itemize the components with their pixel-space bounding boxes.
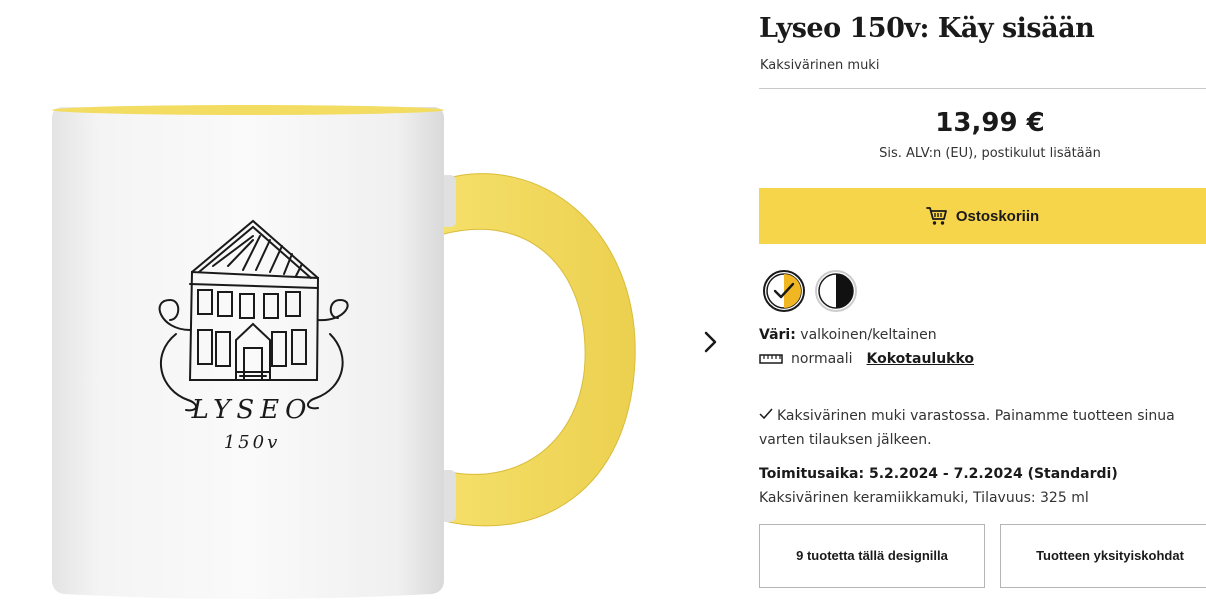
color-label: Väri: [759, 327, 796, 343]
material-info: Kaksivärinen keramiikkamuki, Tilavuus: 3… [759, 490, 1089, 506]
stock-info: Kaksivärinen muki varastossa. Painamme t… [759, 404, 1199, 452]
product-info-panel: Lyseo 150v: Käy sisään Kaksivärinen muki… [759, 0, 1206, 603]
next-image-button[interactable] [694, 322, 728, 362]
mug-body [52, 107, 444, 599]
swatch-white-yellow-graphic [766, 273, 802, 309]
check-icon [759, 408, 773, 420]
cart-icon [925, 207, 947, 225]
product-image-gallery: LYSEO 150v [0, 0, 740, 603]
more-products-button[interactable]: 9 tuotetta tällä designilla [759, 524, 985, 588]
color-swatches [763, 270, 857, 312]
chevron-right-icon [704, 331, 717, 353]
mug-rim [52, 105, 444, 115]
size-value: normaali [791, 351, 853, 367]
design-number-text: 150v [224, 432, 281, 453]
color-info: Väri: valkoinen/keltainen [759, 327, 937, 343]
mug-handle [439, 173, 636, 527]
delivery-time: Toimitusaika: 5.2.2024 - 7.2.2024 (Stand… [759, 466, 1118, 482]
product-details-button[interactable]: Tuotteen yksityiskohdat [1000, 524, 1206, 588]
product-image-mug: LYSEO 150v [52, 105, 636, 599]
divider [759, 88, 1206, 89]
product-subtitle: Kaksivärinen muki [760, 58, 880, 73]
swatch-white-black[interactable] [815, 270, 857, 312]
ruler-icon [759, 354, 783, 364]
color-value: valkoinen/keltainen [800, 327, 937, 343]
product-title: Lyseo 150v: Käy sisään [759, 13, 1095, 44]
add-to-cart-button[interactable]: Ostoskoriin [759, 188, 1206, 244]
vat-note: Sis. ALV:n (EU), postikulut lisätään [879, 146, 1101, 161]
stock-text: Kaksivärinen muki varastossa. Painamme t… [759, 408, 1175, 448]
size-chart-link[interactable]: Kokotaulukko [867, 351, 975, 367]
design-name-text: LYSEO [191, 395, 313, 425]
product-price: 13,99 € [935, 108, 1045, 138]
swatch-white-black-graphic [818, 273, 854, 309]
swatch-white-yellow[interactable] [763, 270, 805, 312]
add-to-cart-label: Ostoskoriin [955, 207, 1040, 225]
size-info: normaali Kokotaulukko [759, 351, 974, 367]
